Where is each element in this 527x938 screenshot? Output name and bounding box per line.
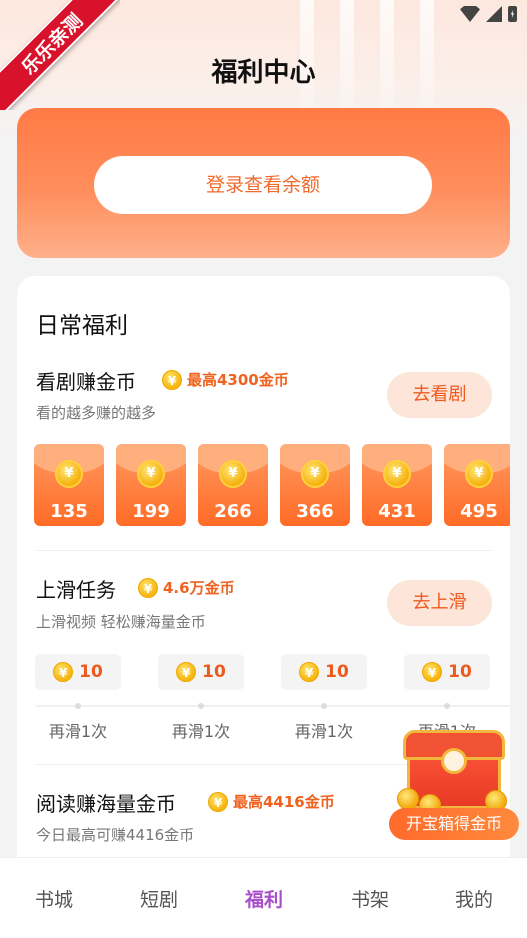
go-watch-button[interactable]: 去看剧 bbox=[387, 372, 492, 418]
swipe-task-desc: 上滑视频 轻松赚海量金币 bbox=[36, 613, 206, 631]
red-envelope[interactable]: ¥ 199 bbox=[116, 444, 186, 526]
go-swipe-button[interactable]: 去上滑 bbox=[387, 580, 492, 626]
swipe-step-label: 再滑1次 bbox=[294, 722, 354, 741]
coin-icon bbox=[397, 788, 419, 810]
status-bar bbox=[460, 6, 517, 22]
coin-icon: ¥ bbox=[55, 460, 83, 488]
nav-item-short-drama[interactable]: 短剧 bbox=[119, 885, 199, 912]
read-reward-text: 最高4416金币 bbox=[233, 793, 335, 811]
divider bbox=[36, 550, 492, 551]
treasure-chest-widget[interactable]: 开宝箱得金币 bbox=[389, 730, 519, 842]
swipe-step-reward: ¥ 10 bbox=[35, 654, 121, 690]
watch-reward-badge: ¥ 最高4300金币 bbox=[162, 369, 289, 390]
envelope-amount: 266 bbox=[214, 501, 252, 522]
read-task-desc: 今日最高可赚4416金币 bbox=[36, 826, 195, 844]
coin-icon: ¥ bbox=[137, 460, 165, 488]
nav-item-bookstore[interactable]: 书城 bbox=[14, 885, 94, 912]
coin-icon: ¥ bbox=[208, 791, 228, 812]
watch-task-desc: 看的越多赚的越多 bbox=[36, 404, 157, 422]
swipe-step-reward: ¥ 10 bbox=[158, 654, 244, 690]
coin-icon: ¥ bbox=[422, 662, 443, 682]
swipe-step-coins: 10 bbox=[202, 662, 226, 682]
section-title: 日常福利 bbox=[36, 313, 128, 339]
progress-dot bbox=[198, 703, 204, 709]
battery-icon bbox=[508, 6, 517, 22]
coin-icon: ¥ bbox=[176, 662, 197, 682]
swipe-step-label: 再滑1次 bbox=[48, 722, 108, 741]
red-envelope[interactable]: ¥ 495 bbox=[444, 444, 510, 526]
swipe-step-coins: 10 bbox=[79, 662, 103, 682]
swipe-step: ¥ 10 再滑1次 bbox=[158, 654, 244, 741]
swipe-reward-text: 4.6万金币 bbox=[163, 579, 235, 597]
swipe-step-reward: ¥ 10 bbox=[404, 654, 490, 690]
progress-dot bbox=[321, 703, 327, 709]
envelope-amount: 199 bbox=[132, 501, 170, 522]
coin-icon: ¥ bbox=[138, 577, 158, 598]
red-envelope[interactable]: ¥ 135 bbox=[34, 444, 104, 526]
coin-icon: ¥ bbox=[219, 460, 247, 488]
swipe-step-coins: 10 bbox=[448, 662, 472, 682]
swipe-step-coins: 10 bbox=[325, 662, 349, 682]
coin-icon: ¥ bbox=[53, 662, 74, 682]
progress-dot bbox=[75, 703, 81, 709]
watch-reward-text: 最高4300金币 bbox=[187, 371, 289, 389]
nav-item-welfare[interactable]: 福利 bbox=[224, 885, 304, 912]
signal-icon bbox=[486, 6, 502, 22]
swipe-step-reward: ¥ 10 bbox=[281, 654, 367, 690]
coin-icon: ¥ bbox=[465, 460, 493, 488]
watch-task-title: 看剧赚金币 bbox=[36, 370, 136, 394]
swipe-step: ¥ 10 再滑1次 bbox=[404, 654, 490, 741]
coin-icon: ¥ bbox=[383, 460, 411, 488]
swipe-step-label: 再滑1次 bbox=[171, 722, 231, 741]
chest-lock-icon bbox=[441, 748, 467, 774]
red-envelope[interactable]: ¥ 431 bbox=[362, 444, 432, 526]
nav-item-mine[interactable]: 我的 bbox=[434, 885, 514, 912]
swipe-step: ¥ 10 再滑1次 bbox=[281, 654, 367, 741]
coin-icon: ¥ bbox=[301, 460, 329, 488]
coin-icon: ¥ bbox=[162, 369, 182, 390]
red-envelope[interactable]: ¥ 366 bbox=[280, 444, 350, 526]
envelope-amount: 135 bbox=[50, 501, 88, 522]
swipe-task-title: 上滑任务 bbox=[36, 578, 116, 602]
progress-dot bbox=[444, 703, 450, 709]
wifi-icon bbox=[460, 6, 480, 22]
envelope-row: ¥ 135 ¥ 199 ¥ 266 ¥ 366 ¥ 431 ¥ 495 bbox=[34, 444, 510, 528]
open-treasure-button[interactable]: 开宝箱得金币 bbox=[389, 808, 519, 840]
swipe-reward-badge: ¥ 4.6万金币 bbox=[138, 577, 235, 598]
login-card: 登录查看余额 bbox=[17, 108, 510, 258]
bottom-nav: 书城 短剧 福利 书架 我的 bbox=[0, 857, 527, 938]
nav-item-bookshelf[interactable]: 书架 bbox=[330, 885, 410, 912]
envelope-amount: 366 bbox=[296, 501, 334, 522]
read-reward-badge: ¥ 最高4416金币 bbox=[208, 791, 335, 812]
coin-icon: ¥ bbox=[299, 662, 320, 682]
swipe-step: ¥ 10 再滑1次 bbox=[35, 654, 121, 741]
envelope-amount: 431 bbox=[378, 501, 416, 522]
progress-track bbox=[36, 705, 510, 707]
read-task-title: 阅读赚海量金币 bbox=[36, 792, 176, 816]
login-button[interactable]: 登录查看余额 bbox=[94, 156, 432, 214]
page-title: 福利中心 bbox=[211, 58, 316, 88]
envelope-amount: 495 bbox=[460, 501, 498, 522]
red-envelope[interactable]: ¥ 266 bbox=[198, 444, 268, 526]
